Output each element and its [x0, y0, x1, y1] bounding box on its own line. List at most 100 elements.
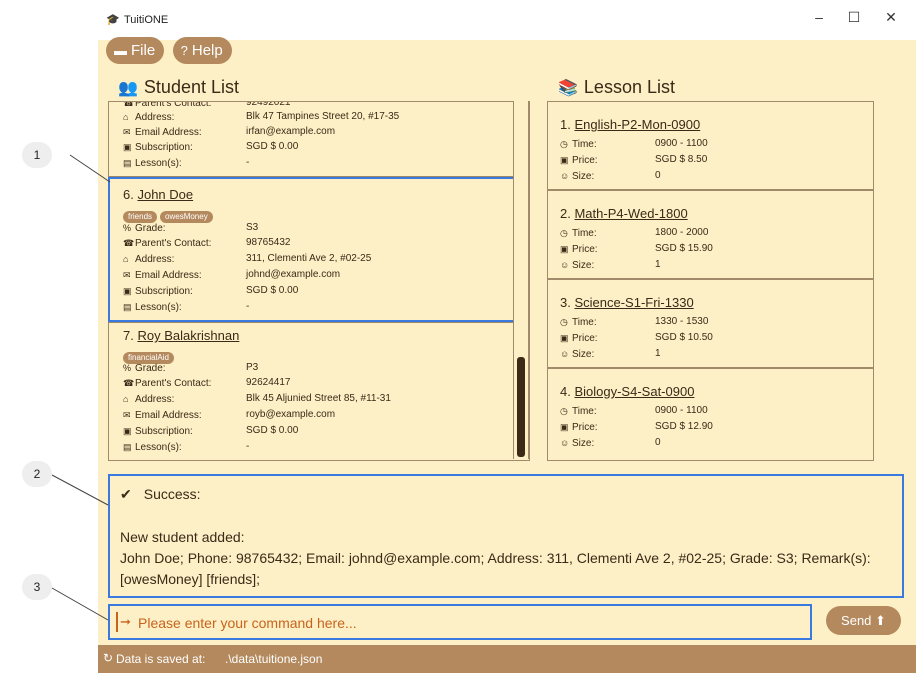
student-card-roy-balakrishnan[interactable]: 7. Roy Balakrishnan financialAid % Grade:…	[109, 323, 513, 460]
clock-icon: ◷	[560, 406, 568, 416]
time-row: ◷ Time: 1800 - 2000	[560, 227, 709, 239]
maximize-button[interactable]: ☐	[839, 9, 869, 26]
address-row: ⌂ Address: Blk 45 Aljunied Street 85, #11-…	[123, 393, 391, 405]
time-row: ◷ Time: 0900 - 1100	[560, 405, 708, 417]
home-icon: ⌂	[123, 394, 129, 404]
arrow-up-icon: ⬆	[875, 613, 886, 628]
email-icon: ✉	[123, 410, 131, 420]
money-icon: ▣	[560, 422, 569, 432]
student-list-scrollbar[interactable]	[513, 101, 529, 459]
lesson-name: 1. English-P2-Mon-0900	[560, 117, 701, 132]
lesson-name: 3. Science-S1-Fri-1330	[560, 295, 694, 310]
subscription-row: ▣ Subscription: SGD $ 0.00	[123, 425, 299, 437]
email-icon: ✉	[123, 127, 131, 137]
app-window: 🎓 TuitiONE – ☐ ✕ ▬ File ? Help 👥 Student Li…	[98, 0, 916, 673]
result-line: New student added:	[120, 529, 245, 545]
smiley-icon: ☺	[560, 260, 570, 270]
student-partial-email-row: ✉ Email Address: irfan@example.com	[123, 126, 336, 138]
menu-bar: ▬ File ? Help	[106, 37, 236, 65]
price-row: ▣ Price: SGD $ 15.90	[560, 243, 713, 255]
save-path: .\data\tuitione.json	[225, 652, 323, 666]
lesson-list-title-text: Lesson List	[583, 77, 675, 97]
student-partial-subscription-row: ▣ Subscription: SGD $ 0.00	[123, 141, 299, 153]
student-partial-contact-row: ☎Parent's Contact: 92492021	[123, 101, 291, 110]
book-icon: ▤	[123, 158, 132, 168]
smiley-icon: ☺	[560, 349, 570, 359]
size-row: ☺ Size: 0	[560, 170, 661, 182]
graduation-cap-icon: 🎓	[106, 14, 120, 26]
lesson-card[interactable]: 2. Math-P4-Wed-1800 ◷ Time: 1800 - 2000 ▣ P…	[548, 191, 873, 280]
phone-icon: ☎	[123, 378, 135, 388]
money-icon: ▣	[560, 155, 569, 165]
command-input[interactable]	[136, 611, 800, 635]
email-row: ✉ Email Address: royb@example.com	[123, 409, 336, 421]
selected-card-highlight	[108, 177, 516, 322]
lesson-name: 4. Biology-S4-Sat-0900	[560, 384, 695, 399]
result-status: ✔ Success:	[120, 486, 201, 502]
folder-icon: ▬	[114, 43, 127, 58]
callout-3: 3	[22, 574, 52, 600]
time-row: ◷ Time: 1330 - 1530	[560, 316, 709, 328]
grade-row: % Grade: P3	[123, 362, 259, 374]
money-icon: ▣	[560, 244, 569, 254]
result-line: [owesMoney] [friends];	[120, 571, 261, 587]
books-icon: 📚	[558, 80, 578, 97]
price-row: ▣ Price: SGD $ 8.50	[560, 154, 708, 166]
student-card-partial[interactable]: ☎Parent's Contact: 92492021 ⌂ Address: Blk …	[109, 101, 513, 177]
size-row: ☺ Size: 0	[560, 437, 661, 449]
result-display: ✔ Success: New student added: John Doe; P…	[108, 474, 904, 598]
file-menu-label: File	[131, 42, 156, 59]
grade-icon: %	[123, 363, 132, 373]
send-button[interactable]: Send ⬆	[826, 606, 901, 635]
lesson-card[interactable]: 3. Science-S1-Fri-1330 ◷ Time: 1330 - 1530…	[548, 280, 873, 369]
student-partial-lessons-row: ▤ Lesson(s): -	[123, 157, 250, 169]
help-menu-button[interactable]: ? Help	[172, 37, 232, 64]
price-row: ▣ Price: SGD $ 12.90	[560, 421, 713, 433]
lesson-card[interactable]: 1. English-P2-Mon-0900 ◷ Time: 0900 - 1100…	[548, 102, 873, 191]
size-row: ☺ Size: 1	[560, 348, 661, 360]
command-box[interactable]: ➞	[108, 604, 812, 640]
callout-1: 1	[22, 142, 52, 168]
lesson-name: 2. Math-P4-Wed-1800	[560, 206, 688, 221]
file-menu-button[interactable]: ▬ File	[106, 37, 165, 64]
lesson-list-title: 📚 Lesson List	[558, 77, 675, 98]
status-label: Data is saved at:	[116, 652, 206, 666]
title-bar: 🎓 TuitiONE – ☐ ✕	[98, 0, 916, 40]
size-row: ☺ Size: 1	[560, 259, 661, 271]
clock-icon: ◷	[560, 139, 568, 149]
text-caret	[116, 612, 118, 632]
minimize-button[interactable]: –	[804, 9, 834, 25]
students-icon: 👥	[118, 80, 138, 97]
status-bar: ↻ Data is saved at: .\data\tuitione.json	[98, 645, 916, 673]
student-partial-address-row: ⌂ Address: Blk 47 Tampines Street 20, #17-…	[123, 111, 400, 123]
smiley-icon: ☺	[560, 171, 570, 181]
parent-contact-row: ☎Parent's Contact: 92624417	[123, 377, 291, 389]
lessons-row: ▤ Lesson(s): -	[123, 441, 250, 453]
student-name: 7. Roy Balakrishnan	[123, 328, 240, 343]
home-icon: ⌂	[123, 112, 129, 122]
send-label: Send	[841, 613, 872, 628]
student-list-title: 👥 Student List	[118, 77, 239, 98]
scrollbar-thumb[interactable]	[517, 357, 525, 457]
lesson-card[interactable]: 4. Biology-S4-Sat-0900 ◷ Time: 0900 - 1100…	[548, 369, 873, 456]
money-icon: ▣	[123, 142, 132, 152]
price-row: ▣ Price: SGD $ 10.50	[560, 332, 713, 344]
close-button[interactable]: ✕	[876, 9, 906, 26]
question-icon: ?	[180, 43, 188, 58]
money-icon: ▣	[123, 426, 132, 436]
help-menu-label: Help	[191, 42, 223, 59]
phone-icon: ☎	[123, 101, 135, 108]
book-icon: ▤	[123, 442, 132, 452]
smiley-icon: ☺	[560, 438, 570, 448]
refresh-icon: ↻	[103, 651, 114, 665]
money-icon: ▣	[560, 333, 569, 343]
checkmark-icon: ✔	[120, 486, 132, 502]
arrow-right-icon: ➞	[120, 614, 131, 629]
clock-icon: ◷	[560, 317, 568, 327]
callout-2: 2	[22, 461, 52, 487]
student-list-title-text: Student List	[143, 77, 239, 97]
lesson-list-panel[interactable]: 1. English-P2-Mon-0900 ◷ Time: 0900 - 1100…	[547, 101, 874, 461]
time-row: ◷ Time: 0900 - 1100	[560, 138, 708, 150]
clock-icon: ◷	[560, 228, 568, 238]
window-title: TuitiONE	[124, 14, 169, 26]
